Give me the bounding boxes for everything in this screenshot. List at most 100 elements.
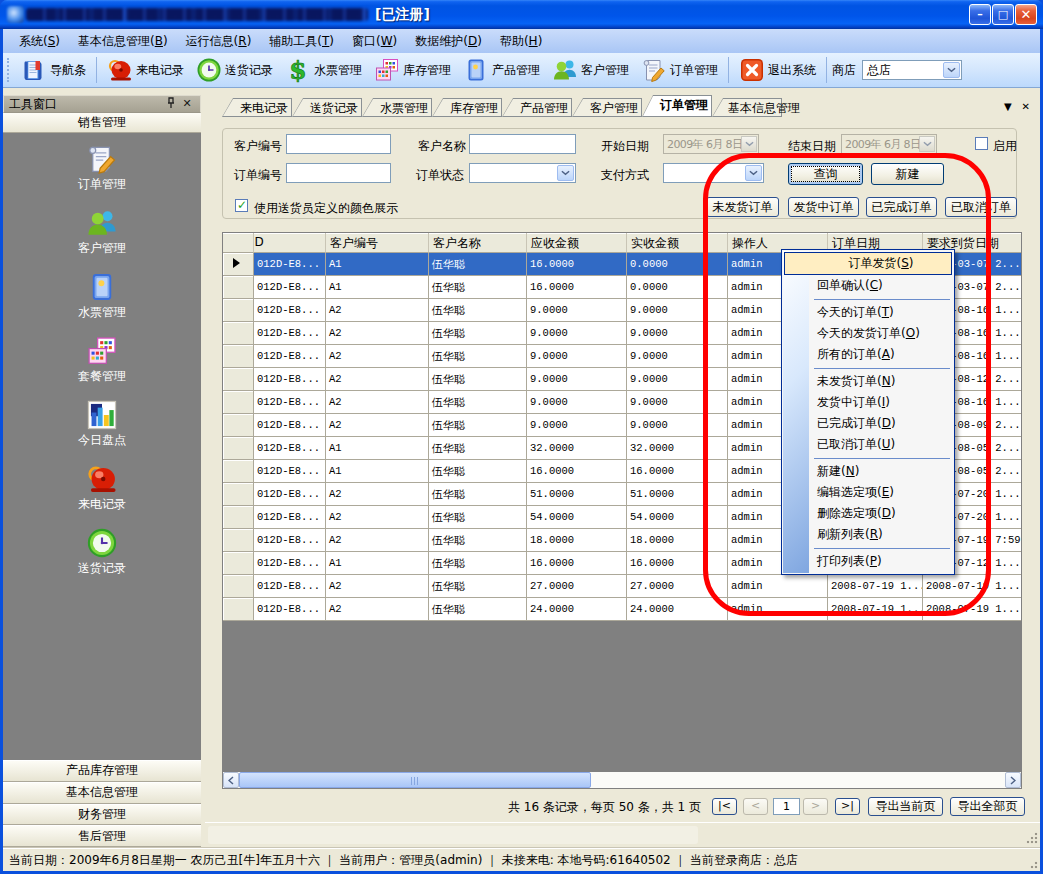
start-date-picker[interactable]: 2009年 6月 8日 [663,134,759,154]
row-selector-cell[interactable] [223,299,254,322]
main-panel: 来电记录 送货记录 水票管理 库存管理 产品管理 [205,88,1040,846]
minimize-button[interactable]: – [969,4,991,25]
sidebar-item[interactable]: 套餐管理 [3,335,201,399]
toolbar-button[interactable]: 导航条 [15,55,92,85]
row-selector-cell[interactable] [223,437,254,460]
export-all-pages-button[interactable]: 导出全部页 [950,797,1025,816]
tab[interactable]: 来电记录 [222,98,292,117]
row-selector-cell[interactable] [223,460,254,483]
row-selector-cell[interactable] [223,322,254,345]
chevron-down-icon[interactable] [557,165,574,181]
toolbar-button[interactable] [728,57,729,83]
tab[interactable]: 水票管理 [362,98,432,117]
row-selector-cell[interactable] [223,552,254,575]
resize-grip-icon [1026,832,1038,844]
close-sidebar-icon[interactable]: ✕ [179,97,195,111]
enable-checkbox[interactable] [975,137,988,150]
menu-bar-item[interactable]: 帮助(H) [491,30,551,53]
exit-icon [739,57,765,83]
tab[interactable]: 库存管理 [432,98,502,117]
row-selector-cell[interactable] [223,391,254,414]
window-title-redacted [26,8,368,21]
menu-bar-item[interactable]: 系统(S) [10,30,69,53]
menu-bar-item[interactable]: 窗口(W) [343,30,406,53]
grid-header-receivable[interactable]: 应收金额 [527,233,627,253]
pin-icon[interactable] [163,97,179,111]
customer-name-input[interactable] [469,134,576,154]
store-select[interactable]: 总店 [862,60,962,80]
sidebar-item[interactable]: 订单管理 [3,143,201,207]
row-selector-cell[interactable] [223,529,254,552]
menu-bar-item[interactable]: 基本信息管理(B) [69,30,177,53]
last-page-button[interactable]: >| [835,798,860,815]
sidebar-section-button[interactable]: 财务管理 [3,804,201,826]
order-status-select[interactable] [469,163,576,183]
toolbar-button[interactable]: 库存管理 [368,55,457,85]
menu-bar-item[interactable]: 数据维护(D) [406,30,491,53]
grid-header-id[interactable]: ID [254,233,326,253]
prev-page-button[interactable]: < [743,798,768,815]
horizontal-scrollbar[interactable] [223,772,1021,788]
chevron-down-icon[interactable] [741,136,757,152]
toolbar-button[interactable]: 产品管理 [457,55,546,85]
maximize-button[interactable]: □ [992,4,1014,25]
chevron-down-icon[interactable] [943,62,960,78]
tab[interactable]: 产品管理 [502,98,572,117]
first-page-button[interactable]: |< [712,798,737,815]
scroll-right-icon[interactable] [1005,772,1021,788]
toolbar-button[interactable]: 订单管理 [635,55,724,85]
chevron-down-icon[interactable] [919,136,935,152]
status-resize-grip-icon [1026,857,1038,869]
sidebar-item[interactable]: 客户管理 [3,207,201,271]
sidebar-section-button[interactable]: 基本信息管理 [3,782,201,804]
scrollbar-thumb[interactable] [239,772,591,788]
sidebar-item[interactable]: 今日盘点 [3,399,201,463]
people-icon [552,57,578,83]
delivery-color-checkbox[interactable] [235,199,248,212]
end-date-picker[interactable]: 2009年 6月 8日 [841,134,937,154]
tab[interactable]: 客户管理 [572,98,642,117]
row-selector-cell[interactable] [223,345,254,368]
page-number-input[interactable]: 1 [773,798,800,815]
grid-header-customer-no[interactable]: 客户编号 [326,233,429,253]
sidebar-item[interactable]: 送货记录 [3,527,201,591]
next-page-button[interactable]: > [803,798,828,815]
sidebar-item[interactable]: 水票管理 [3,271,201,335]
row-selector-cell[interactable] [223,276,254,299]
row-selector-cell[interactable] [223,506,254,529]
toolbar-button[interactable] [96,57,97,83]
grid-header-customer-name[interactable]: 客户名称 [429,233,527,253]
tab-list-dropdown-icon[interactable]: ▼ [1004,101,1012,112]
toolbar-button[interactable] [826,57,827,83]
row-selector-cell[interactable] [223,483,254,506]
sidebar-item[interactable]: 来电记录 [3,463,201,527]
close-button[interactable]: ✕ [1015,4,1037,25]
grid-icon [374,57,400,83]
menu-bar-item[interactable]: 运行信息(R) [177,30,261,53]
toolbar-button[interactable]: 来电记录 [101,55,190,85]
tab[interactable]: 基本信息管理 [712,98,782,117]
row-selector-cell[interactable] [223,253,254,276]
tab-close-icon[interactable]: ✕ [1022,101,1030,112]
row-selector-cell[interactable] [223,368,254,391]
menu-bar-item[interactable]: 辅助工具(T) [260,30,343,53]
row-selector-cell[interactable] [223,598,254,621]
delivery-color-label: 使用送货员定义的颜色展示 [254,200,398,217]
toolbar-button[interactable]: 送货记录 [190,55,279,85]
row-selector-cell[interactable] [223,414,254,437]
toolbar-button[interactable]: 客户管理 [546,55,635,85]
tab[interactable]: 送货记录 [292,98,362,117]
customer-no-input[interactable] [286,134,391,154]
sidebar-section-sales[interactable]: 销售管理 [3,113,201,133]
sidebar-section-button[interactable]: 售后管理 [3,825,201,847]
toolbar-button[interactable]: 退出系统 [733,55,822,85]
tab[interactable]: 订单管理 [642,95,712,117]
window-body: 系统(S)基本信息管理(B)运行信息(R)辅助工具(T)窗口(W)数据维护(D)… [3,29,1040,871]
toolbar-grip[interactable] [7,58,10,82]
sidebar-section-button[interactable]: 产品库存管理 [3,760,201,782]
export-current-page-button[interactable]: 导出当前页 [868,797,943,816]
order-no-input[interactable] [286,163,391,183]
scroll-left-icon[interactable] [223,772,239,788]
row-selector-cell[interactable] [223,575,254,598]
toolbar-button[interactable]: $ 水票管理 [279,55,368,85]
